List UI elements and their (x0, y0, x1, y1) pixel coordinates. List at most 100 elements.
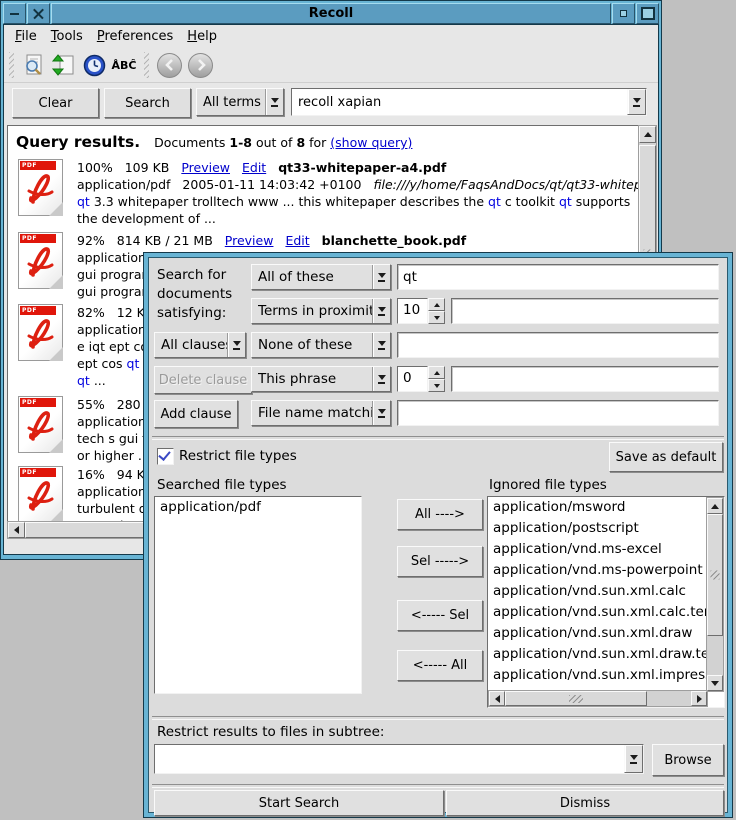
scrollbar-thumb[interactable] (505, 691, 647, 706)
query-input-combo[interactable]: recoll xapian (291, 88, 647, 116)
spin-up-button[interactable] (428, 298, 445, 311)
clause2-input[interactable] (451, 298, 719, 324)
page-fold (49, 202, 63, 216)
relevance: 55% (77, 397, 105, 412)
ignored-filetypes-list[interactable]: application/msword application/postscrip… (487, 496, 725, 708)
minimize-button[interactable] (612, 3, 635, 24)
query-history-arrow[interactable] (627, 89, 646, 115)
preview-link[interactable]: Preview (181, 160, 230, 175)
clause3-arrow[interactable] (372, 333, 390, 357)
clause4-slack-spinbox[interactable]: 0 (397, 366, 445, 392)
query-input-value[interactable]: recoll xapian (298, 95, 627, 110)
scroll-left-button[interactable] (8, 522, 25, 538)
menu-preferences[interactable]: Preferences (90, 27, 180, 46)
edit-link[interactable]: Edit (285, 233, 309, 248)
move-selected-left-button[interactable]: <----- Sel (397, 600, 483, 631)
subtree-arrow[interactable] (624, 745, 643, 773)
edit-link[interactable]: Edit (242, 160, 266, 175)
ignored-horizontal-scrollbar[interactable] (488, 690, 708, 707)
search-button[interactable]: Search (104, 88, 191, 118)
menu-help[interactable]: Help (180, 27, 224, 46)
list-item[interactable]: application/postscript (488, 518, 708, 539)
results-header: Query results. Documents 1-8 out of 8 fo… (8, 126, 638, 151)
clause2-type: Terms in proximity (258, 303, 372, 319)
clause5-arrow[interactable] (372, 401, 390, 425)
subtree-combo[interactable] (154, 744, 644, 774)
slack-value[interactable]: 0 (397, 366, 428, 392)
term-explorer-button[interactable]: ÅBĈ (110, 51, 138, 79)
preview-link[interactable]: Preview (225, 233, 274, 248)
page-fold (49, 439, 63, 453)
move-all-right-button[interactable]: All ----> (397, 499, 483, 530)
clause4-arrow[interactable] (372, 367, 390, 391)
save-as-default-button[interactable]: Save as default (609, 442, 723, 472)
clause-conjunction-combo[interactable]: All clauses (154, 332, 246, 358)
chevron-down-icon (378, 307, 386, 312)
arrow-up-icon (434, 303, 440, 307)
slack-value[interactable]: 10 (397, 298, 428, 324)
arrow-down-icon (434, 384, 440, 388)
clause5-type-combo[interactable]: File name matching (251, 400, 391, 426)
clause3-input[interactable] (397, 332, 719, 358)
clause1-input[interactable]: qt (397, 264, 719, 290)
menu-tools[interactable]: Tools (44, 27, 90, 46)
clause2-type-combo[interactable]: Terms in proximity (251, 298, 391, 324)
clause5-input[interactable] (397, 400, 719, 426)
clause2-slack-spinbox[interactable]: 10 (397, 298, 445, 324)
list-item[interactable]: application/vnd.sun.xml.calc.templ (488, 602, 708, 623)
spin-up-button[interactable] (428, 366, 445, 379)
clause1-arrow[interactable] (372, 265, 390, 289)
searched-filetypes-list[interactable]: application/pdf (154, 496, 362, 694)
list-item[interactable]: application/vnd.ms-powerpoint (488, 560, 708, 581)
clause2-arrow[interactable] (372, 299, 390, 323)
list-item[interactable]: application/vnd.sun.xml.draw (488, 623, 708, 644)
menu-file[interactable]: File (8, 27, 44, 46)
scroll-up-button[interactable] (639, 126, 656, 143)
page-fold (49, 275, 63, 289)
scroll-up-button[interactable] (707, 498, 723, 514)
search-mode-arrow[interactable] (265, 89, 283, 115)
history-button[interactable] (80, 51, 108, 79)
scrollbar-thumb[interactable] (707, 514, 723, 636)
move-all-left-button[interactable]: <----- All (397, 650, 483, 681)
result-row[interactable]: PDF 100% 109 KB Preview Edit (18, 159, 639, 227)
clear-button[interactable]: Clear (12, 88, 99, 118)
list-item[interactable]: application/vnd.ms-excel (488, 539, 708, 560)
list-item[interactable]: application/pdf (155, 497, 361, 518)
scroll-left-button[interactable] (489, 691, 505, 706)
clause4-input[interactable] (451, 366, 719, 392)
term-explorer-icon: ÅBĈ (112, 59, 137, 72)
maximize-button[interactable] (636, 3, 659, 24)
ignored-vertical-scrollbar[interactable] (706, 497, 724, 692)
search-mode-combo[interactable]: All terms (196, 88, 284, 116)
conjunction-arrow[interactable] (227, 333, 245, 357)
list-item[interactable]: application/msword (488, 497, 708, 518)
toolbar-handle[interactable] (9, 52, 14, 78)
move-selected-right-button[interactable]: Sel -----> (397, 546, 483, 577)
scroll-down-button[interactable] (707, 675, 723, 691)
clause4-type-combo[interactable]: This phrase (251, 366, 391, 392)
list-item[interactable]: application/vnd.sun.xml.draw.temp (488, 644, 708, 665)
delete-clause-button[interactable]: Delete clause (154, 366, 252, 394)
list-item[interactable]: application/vnd.sun.xml.impress (488, 665, 708, 686)
clause3-type-combo[interactable]: None of these (251, 332, 391, 358)
window-menu-button[interactable] (3, 3, 26, 24)
term-highlight: qt (127, 356, 140, 371)
scroll-right-button[interactable] (691, 691, 707, 706)
close-button[interactable] (27, 3, 50, 24)
back-button[interactable] (157, 53, 182, 78)
list-item[interactable]: application/vnd.sun.xml.calc (488, 581, 708, 602)
start-search-button[interactable]: Start Search (154, 790, 444, 816)
forward-button[interactable] (188, 53, 213, 78)
browse-button[interactable]: Browse (652, 744, 724, 776)
add-clause-button[interactable]: Add clause (154, 400, 238, 428)
title-bar[interactable]: Recoll (3, 3, 659, 24)
query-details-button[interactable] (20, 51, 48, 79)
update-index-button[interactable] (50, 51, 78, 79)
show-query-link[interactable]: (show query) (330, 135, 412, 150)
dismiss-button[interactable]: Dismiss (446, 790, 724, 816)
restrict-filetypes-checkbox[interactable] (157, 448, 174, 465)
spin-down-button[interactable] (428, 379, 445, 392)
spin-down-button[interactable] (428, 311, 445, 324)
clause1-type-combo[interactable]: All of these (251, 264, 391, 290)
